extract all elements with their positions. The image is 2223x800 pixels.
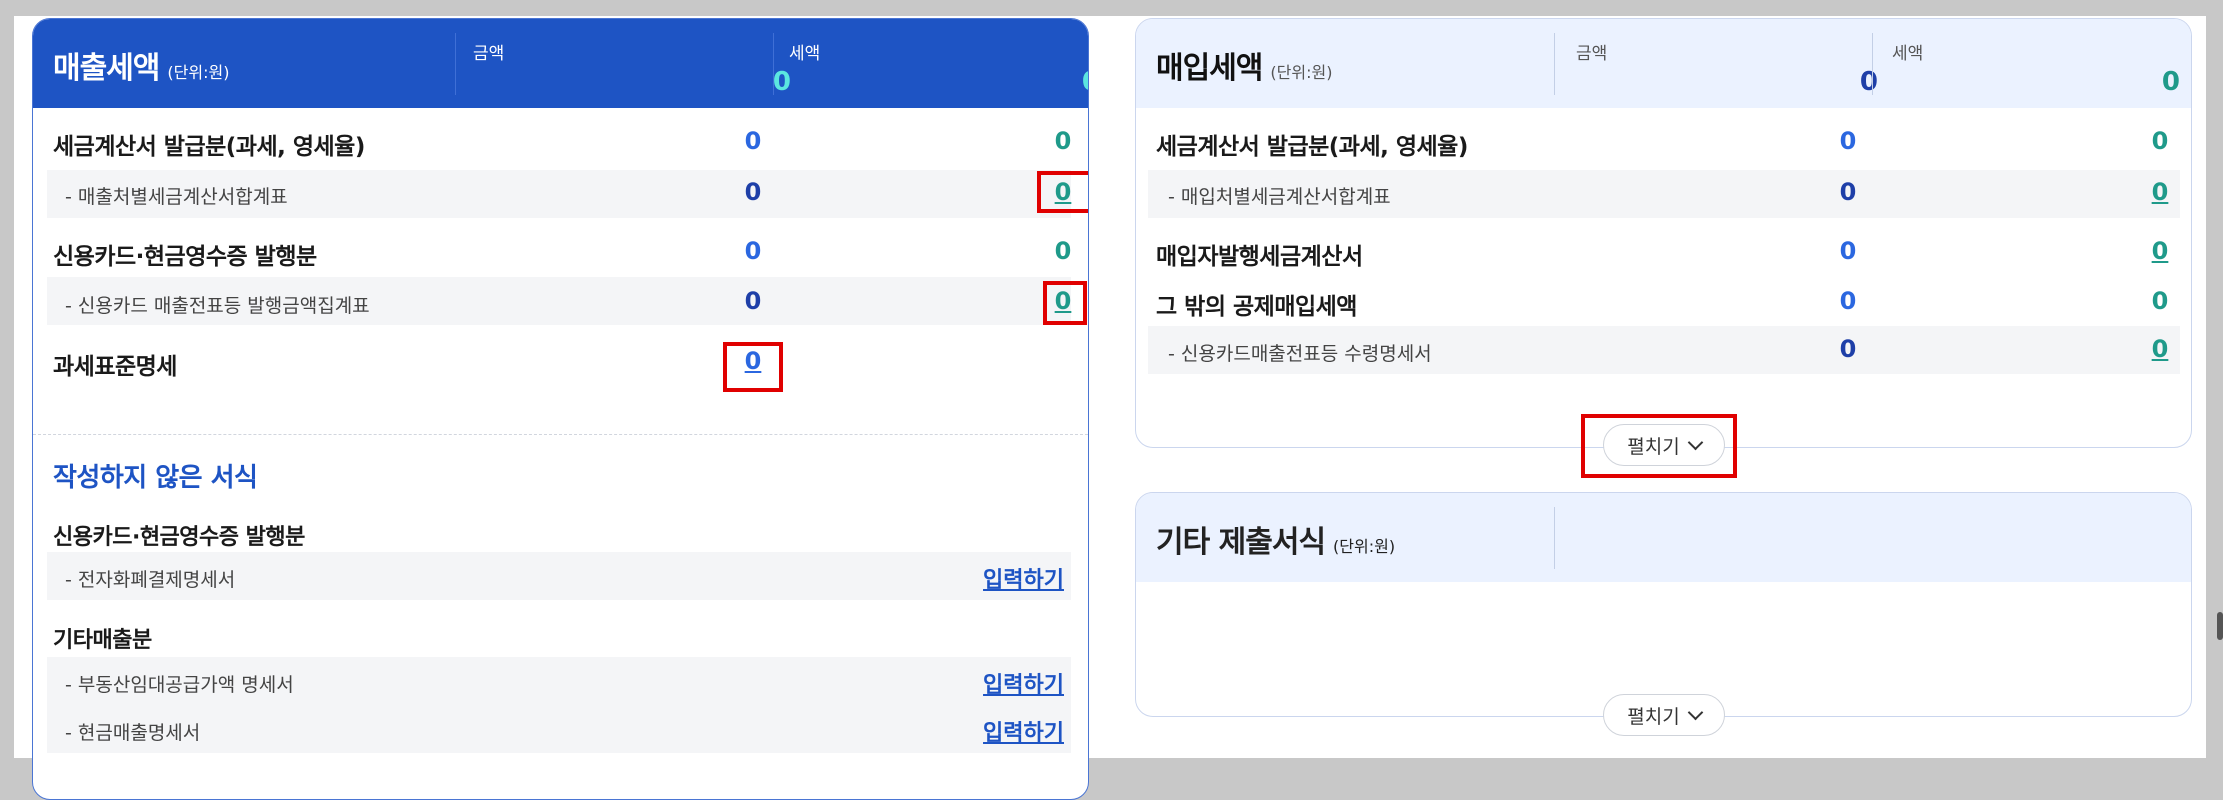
row-amount: 0 (1839, 287, 1857, 315)
row-label: - 매출처별세금계산서합계표 (65, 186, 288, 208)
highlight-box (723, 342, 783, 392)
row-amount: 0 (744, 237, 762, 265)
row-tax: 0 (2151, 127, 2169, 155)
highlight-box (1581, 414, 1737, 478)
highlight-box (1043, 281, 1087, 325)
purchase-tax-panel: 매입세액 (단위:원) 금액 0 세액 0 세금계산서 발급분(과세, 영세율) … (1135, 18, 2192, 448)
chevron-down-icon (1687, 704, 1703, 720)
amount-total-value: 0 (1859, 67, 1878, 97)
row-label: - 전자화폐결제명세서 (65, 569, 236, 591)
row-label: 그 밖의 공제매입세액 (1156, 294, 1357, 320)
amount-column-label: 금액 (1576, 44, 1608, 64)
header-divider (1554, 33, 1555, 95)
purchase-tax-header: 매입세액 (단위:원) 금액 0 세액 0 (1136, 19, 2191, 108)
row-amount: 0 (744, 178, 762, 206)
input-link-cash-sales[interactable]: 입력하기 (983, 715, 1064, 747)
row-label: - 신용카드매출전표등 수령명세서 (1168, 343, 1432, 365)
row-label: 세금계산서 발급분(과세, 영세율) (1156, 134, 1468, 160)
tax-column-label: 세액 (789, 44, 821, 64)
row-amount: 0 (1839, 178, 1857, 206)
row-amount: 0 (744, 287, 762, 315)
unwritten-forms-title: 작성하지 않은 서식 (53, 463, 258, 493)
header-divider (1872, 33, 1873, 95)
tax-total-value: 0 (2161, 67, 2180, 97)
page-canvas: 매출세액(단위:원) 금액 0 세액 0 세금계산서 발급분(과세, 영세율) … (14, 16, 2206, 800)
purchase-tax-title: 매입세액 (단위:원) (1156, 43, 1332, 87)
row-label: 과세표준명세 (53, 354, 177, 380)
other-forms-header: 기타 제출서식 (단위:원) (1136, 493, 2191, 582)
sales-tax-title: 매출세액 (단위:원) (53, 43, 229, 87)
expand-label: 펼치기 (1627, 705, 1680, 728)
tax-column-label: 세액 (1892, 44, 1924, 64)
header-divider (773, 33, 774, 95)
other-expand-button[interactable]: 펼치기 (1603, 694, 1725, 736)
buyer-issued-tax-link[interactable]: 0 (2130, 237, 2190, 265)
purchase-tax-title-text: 매입세액 (1156, 51, 1263, 86)
tax-total-value: 0 (980, 67, 1088, 97)
highlight-box (1037, 171, 1088, 213)
row-label: - 매입처별세금계산서합계표 (1168, 186, 1391, 208)
input-link-real-estate[interactable]: 입력하기 (983, 667, 1064, 699)
row-label: - 현금매출명세서 (65, 722, 201, 744)
sales-tax-title-text: 매출세액 (53, 51, 160, 86)
row-amount: 0 (1839, 237, 1857, 265)
sales-tax-header: 매출세액(단위:원) 금액 0 세액 0 (33, 19, 1088, 108)
header-divider (455, 33, 456, 95)
purchase-invoice-sub-tax-link[interactable]: 0 (2130, 178, 2190, 206)
row-tax: 0 (1054, 237, 1072, 265)
row-label: - 부동산임대공급가액 명세서 (65, 674, 294, 696)
row-label: 매입자발행세금계산서 (1156, 244, 1363, 270)
sales-tax-panel: 매출세액(단위:원) 금액 0 세액 0 세금계산서 발급분(과세, 영세율) … (32, 18, 1089, 800)
amount-column-label: 금액 (473, 44, 505, 64)
scrollbar-thumb[interactable] (2217, 612, 2223, 640)
other-unit-label: (단위:원) (1333, 537, 1396, 556)
card-receipt-tax-link[interactable]: 0 (2130, 335, 2190, 363)
header-divider (1554, 507, 1555, 569)
other-forms-panel: 기타 제출서식 (단위:원) (1135, 492, 2192, 717)
row-label: 세금계산서 발급분(과세, 영세율) (53, 134, 365, 160)
sales-unit-label: (단위:원) (167, 63, 230, 82)
section-divider (33, 434, 1088, 435)
row-amount: 0 (1839, 335, 1857, 363)
row-label: 기타매출분 (53, 628, 152, 653)
row-tax: 0 (2151, 287, 2169, 315)
row-amount: 0 (1839, 127, 1857, 155)
other-forms-title: 기타 제출서식 (단위:원) (1156, 517, 1395, 561)
row-label: - 신용카드 매출전표등 발행금액집계표 (65, 295, 370, 317)
row-tax: 0 (1054, 127, 1072, 155)
row-label: 신용카드·현금영수증 발행분 (53, 244, 317, 270)
purchase-unit-label: (단위:원) (1270, 63, 1333, 82)
row-label: 신용카드·현금영수증 발행분 (53, 525, 305, 550)
other-forms-title-text: 기타 제출서식 (1156, 525, 1326, 560)
input-link-e-payment[interactable]: 입력하기 (983, 562, 1064, 594)
row-amount: 0 (744, 127, 762, 155)
